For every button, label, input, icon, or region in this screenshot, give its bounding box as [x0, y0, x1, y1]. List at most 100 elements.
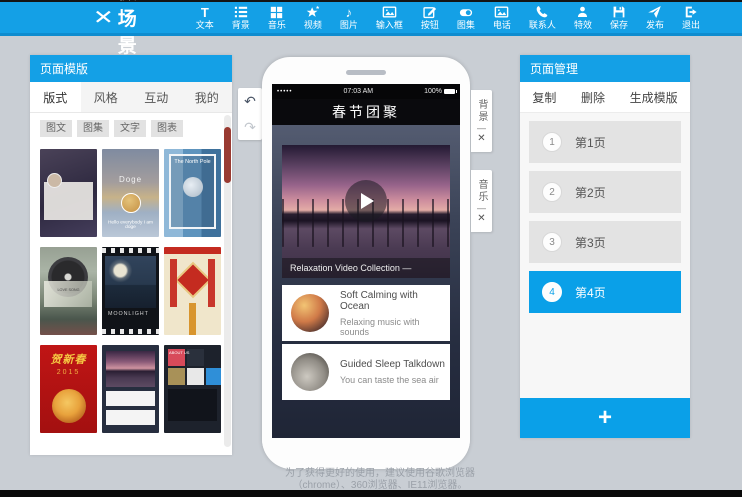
toolbar-right-group: 保存 发布 退出 [601, 3, 709, 33]
video-list-item-2[interactable]: Guided Sleep Talkdown You can taste the … [282, 344, 450, 400]
filter-gallery[interactable]: 图集 [77, 120, 109, 137]
picture-icon [494, 5, 509, 19]
templates-panel: 页面模版 版式 风格 互动 我的 图文 图集 文字 图表 Doge Hello … [30, 55, 232, 455]
app-logo[interactable]: ✕ 微场景 [95, 0, 139, 58]
template-thumbnail-new-year-couplets[interactable] [164, 247, 221, 335]
tool-label: 文本 [196, 20, 214, 30]
close-icon[interactable]: ✕ [477, 134, 485, 144]
add-page-button[interactable]: + [520, 398, 690, 438]
video-list-item-1[interactable]: Soft Calming with Ocean Relaxing music w… [282, 285, 450, 341]
pages-panel-header: 页面管理 [520, 55, 690, 82]
tool-phone-button[interactable]: 电话 [484, 3, 520, 33]
page-item-label: 第2页 [575, 184, 606, 201]
text-icon: T [201, 5, 209, 19]
template-thumbnail-video-collection[interactable] [102, 345, 159, 433]
layer-tab-label: 背景 [474, 99, 489, 123]
filter-text[interactable]: 文字 [114, 120, 146, 137]
battery-indicator: 100% [424, 88, 455, 95]
delete-page-button[interactable]: 删除 [575, 88, 611, 107]
page-item-1[interactable]: 1 第1页 [529, 121, 681, 163]
grid-icon [270, 5, 283, 19]
video-item-title: Soft Calming with Ocean [340, 290, 450, 312]
tool-button-widget-button[interactable]: 按钮 [412, 3, 448, 33]
tool-background-button[interactable]: 背景 [223, 3, 259, 33]
thumbnail-caption: 贺新春 [40, 351, 97, 367]
page-item-label: 第4页 [575, 284, 606, 301]
redo-icon: ↷ [244, 119, 256, 135]
template-thumbnail-moonlight[interactable]: MOONLIGHT [102, 247, 159, 335]
tab-style[interactable]: 风格 [81, 82, 132, 112]
tool-label: 电话 [493, 20, 511, 30]
publish-button[interactable]: 发布 [637, 3, 673, 33]
filter-image-text[interactable]: 图文 [40, 120, 72, 137]
tool-gallery-button[interactable]: 图集 [448, 3, 484, 33]
tool-label: 图集 [457, 20, 475, 30]
page-item-3[interactable]: 3 第3页 [529, 221, 681, 263]
save-button[interactable]: 保存 [601, 3, 637, 33]
page-number-badge: 2 [542, 182, 562, 202]
tool-contacts-button[interactable]: 联系人 [520, 3, 565, 33]
template-filters: 图文 图集 文字 图表 [30, 113, 232, 143]
tab-interactive[interactable]: 互动 [131, 82, 182, 112]
tool-effects-button[interactable]: 特效 [565, 3, 601, 33]
tool-text-button[interactable]: T 文本 [187, 3, 223, 33]
video-item-title: Guided Sleep Talkdown [340, 359, 445, 370]
phone-chin [262, 438, 470, 469]
undo-button[interactable]: ↶ [238, 88, 262, 114]
page-item-label: 第3页 [575, 234, 606, 251]
template-thumbnail-love-song[interactable]: LOVE SONG [40, 247, 97, 335]
tool-label: 发布 [646, 20, 664, 30]
thumbnail-caption: ABOUT US [169, 351, 189, 356]
template-thumbnail-he-xin-chun[interactable]: 贺新春 2015 [40, 345, 97, 433]
bottom-black-bar [0, 490, 742, 497]
templates-panel-header: 页面模版 [30, 55, 232, 82]
tab-layout[interactable]: 版式 [30, 82, 81, 112]
layer-tab-background[interactable]: 背景 — ✕ [471, 90, 492, 152]
templates-scrollbar[interactable] [224, 115, 231, 447]
phone-speaker-slot [346, 70, 386, 75]
video-caption: Relaxation Video Collection — [282, 258, 450, 278]
exit-button[interactable]: 退出 [673, 3, 709, 33]
tab-mine[interactable]: 我的 [182, 82, 233, 112]
browser-recommendation: 为了获得更好的使用，建议使用谷歌浏览器 （chrome）、360浏览器、IE11… [240, 468, 520, 492]
filter-chart[interactable]: 图表 [151, 120, 183, 137]
page-item-2[interactable]: 2 第2页 [529, 171, 681, 213]
redo-button[interactable]: ↷ [238, 114, 262, 140]
page-number-badge: 1 [542, 132, 562, 152]
template-thumbnail-doge[interactable]: Doge Hello everybody I am doge [102, 149, 159, 237]
templates-scrollbar-thumb[interactable] [224, 127, 231, 183]
tool-video-button[interactable]: 视频 [295, 3, 331, 33]
toolbar-left-group: T 文本 背景 音乐 视频 ♪ 图片 输入框 [187, 3, 601, 33]
template-thumbnail-profile-card[interactable] [40, 149, 97, 237]
toggle-icon [458, 5, 474, 19]
video-player[interactable]: Relaxation Video Collection — [282, 145, 450, 278]
tool-inputbox-button[interactable]: 输入框 [367, 3, 412, 33]
logo-x-icon: ✕ [93, 8, 114, 28]
template-grid: Doge Hello everybody I am doge The North… [30, 143, 232, 433]
tool-music-button[interactable]: 音乐 [259, 3, 295, 33]
thumbnail-subcaption: 2015 [40, 369, 97, 376]
page-item-4-active[interactable]: 4 第4页 [529, 271, 681, 313]
copy-page-button[interactable]: 复制 [526, 88, 562, 107]
minimize-icon[interactable]: — [477, 205, 486, 212]
page-item-label: 第1页 [575, 134, 606, 151]
toolbar-accent-strip [0, 33, 742, 36]
publish-icon [647, 5, 662, 19]
exit-icon [684, 5, 698, 19]
pages-actions: 复制 删除 生成模版 [520, 82, 690, 113]
app-logo-text: 微场景 [118, 0, 139, 58]
phone-icon [535, 5, 549, 19]
tool-label: 按钮 [421, 20, 439, 30]
generate-template-button[interactable]: 生成模版 [624, 88, 684, 107]
template-thumbnail-about-us[interactable]: ABOUT US [164, 345, 221, 433]
minimize-icon[interactable]: — [477, 125, 486, 132]
phone-preview: ••••• 07:03 AM 100% 春节团聚 Relaxation Vide… [262, 57, 470, 469]
template-thumbnail-north-pole[interactable]: The North Pole [164, 149, 221, 237]
tool-label: 图片 [340, 20, 358, 30]
layer-tab-music[interactable]: 音乐 — ✕ [471, 170, 492, 232]
tool-image-button[interactable]: ♪ 图片 [331, 3, 367, 33]
image-icon [382, 5, 397, 19]
tool-label: 联系人 [529, 20, 556, 30]
close-icon[interactable]: ✕ [477, 214, 485, 224]
save-icon [612, 5, 626, 19]
